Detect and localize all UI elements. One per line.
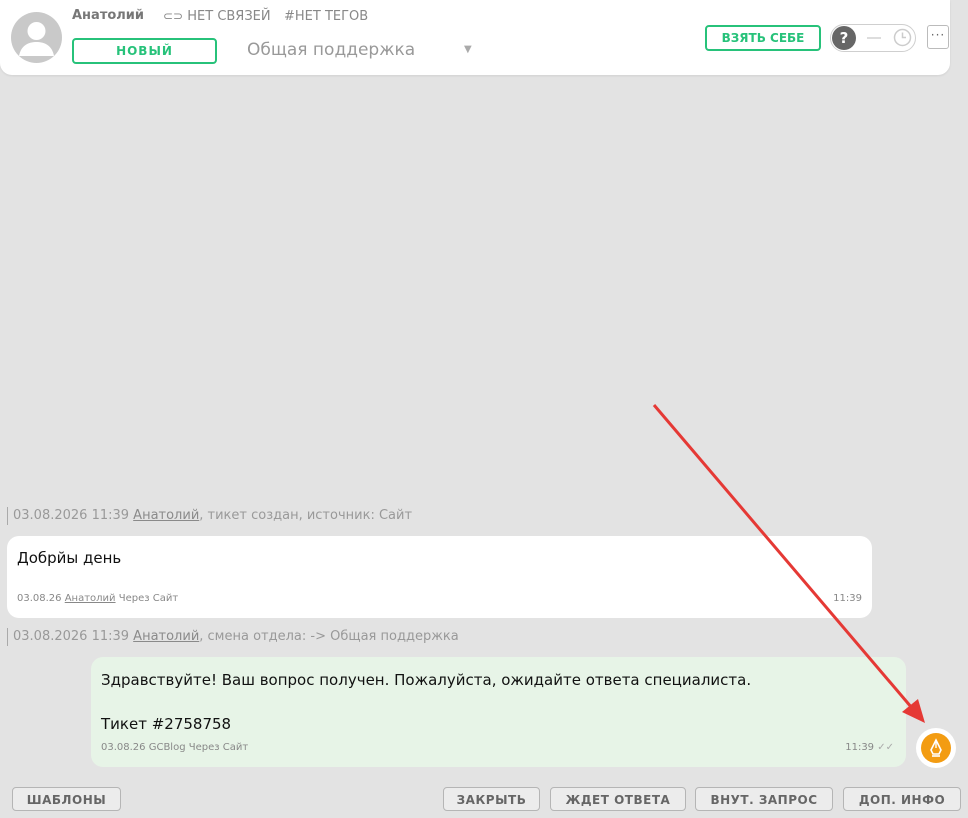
chevron-down-icon[interactable]: ▼ [464,44,472,55]
message-author-link[interactable]: Анатолий [65,593,116,604]
availability-toggle[interactable]: ? [830,24,916,52]
links-text: НЕТ СВЯЗЕЙ [187,9,271,24]
more-options-button[interactable]: ··· [927,25,949,49]
take-ticket-button[interactable]: ВЗЯТЬ СЕБЕ [705,25,821,51]
tags-label[interactable]: #НЕТ ТЕГОВ [284,9,368,24]
message-channel: Через Сайт [188,742,249,753]
incoming-message: Добрйы день 03.08.26 Анатолий Через Сайт… [7,536,872,618]
event-line: 03.08.2026 11:39 Анатолий, тикет создан,… [7,507,412,525]
ticket-number: Тикет #2758758 [101,715,232,733]
awaiting-response-button[interactable]: ЖДЕТ ОТВЕТА [550,787,686,811]
agent-avatar[interactable] [916,728,956,768]
message-time: 11:39 [833,593,862,604]
message-text: Здравствуйте! Ваш вопрос получен. Пожалу… [101,669,751,735]
event-datetime: 03.08.2026 11:39 [13,629,130,644]
event-line: 03.08.2026 11:39 Анатолий, смена отдела:… [7,628,459,646]
event-text: , смена отдела: -> Общая поддержка [199,629,459,644]
message-time: 11:39 [845,742,875,753]
clock-icon [893,28,912,47]
link-icon: ⊂⊃ [163,9,184,23]
user-avatar[interactable] [11,12,62,63]
event-author-link[interactable]: Анатолий [133,508,199,523]
message-channel: Через Сайт [118,593,179,604]
internal-request-button[interactable]: ВНУТ. ЗАПРОС [695,787,833,811]
user-icon [19,22,54,56]
message-date: 03.08.26 [17,593,62,604]
status-badge[interactable]: НОВЫЙ [72,38,217,64]
message-line: Здравствуйте! Ваш вопрос получен. Пожалу… [101,671,752,689]
message-meta: 03.08.26 Анатолий Через Сайт [17,593,178,604]
department-select[interactable]: Общая поддержка [247,40,415,60]
user-name[interactable]: Анатолий [72,8,144,23]
templates-button[interactable]: ШАБЛОНЫ [12,787,121,811]
message-text: Добрйы день [17,549,122,567]
event-text: , тикет создан, источник: Сайт [199,508,413,523]
message-status: 11:39 ✓✓ [845,742,894,753]
double-check-icon: ✓✓ [877,742,894,753]
message-date: 03.08.26 [101,742,146,753]
toggle-track [867,37,881,39]
outgoing-message: Здравствуйте! Ваш вопрос получен. Пожалу… [91,657,906,767]
pen-icon [921,733,951,763]
links-label[interactable]: ⊂⊃ НЕТ СВЯЗЕЙ [163,9,271,24]
close-ticket-button[interactable]: ЗАКРЫТЬ [443,787,540,811]
event-datetime: 03.08.2026 11:39 [13,508,130,523]
message-author: GCBlog [148,742,186,753]
event-author-link[interactable]: Анатолий [133,629,199,644]
question-icon: ? [832,26,856,50]
ticket-header: Анатолий ⊂⊃ НЕТ СВЯЗЕЙ #НЕТ ТЕГОВ НОВЫЙ … [0,0,950,75]
message-meta: 03.08.26 GCBlog Через Сайт [101,742,248,753]
additional-info-button[interactable]: ДОП. ИНФО [843,787,961,811]
